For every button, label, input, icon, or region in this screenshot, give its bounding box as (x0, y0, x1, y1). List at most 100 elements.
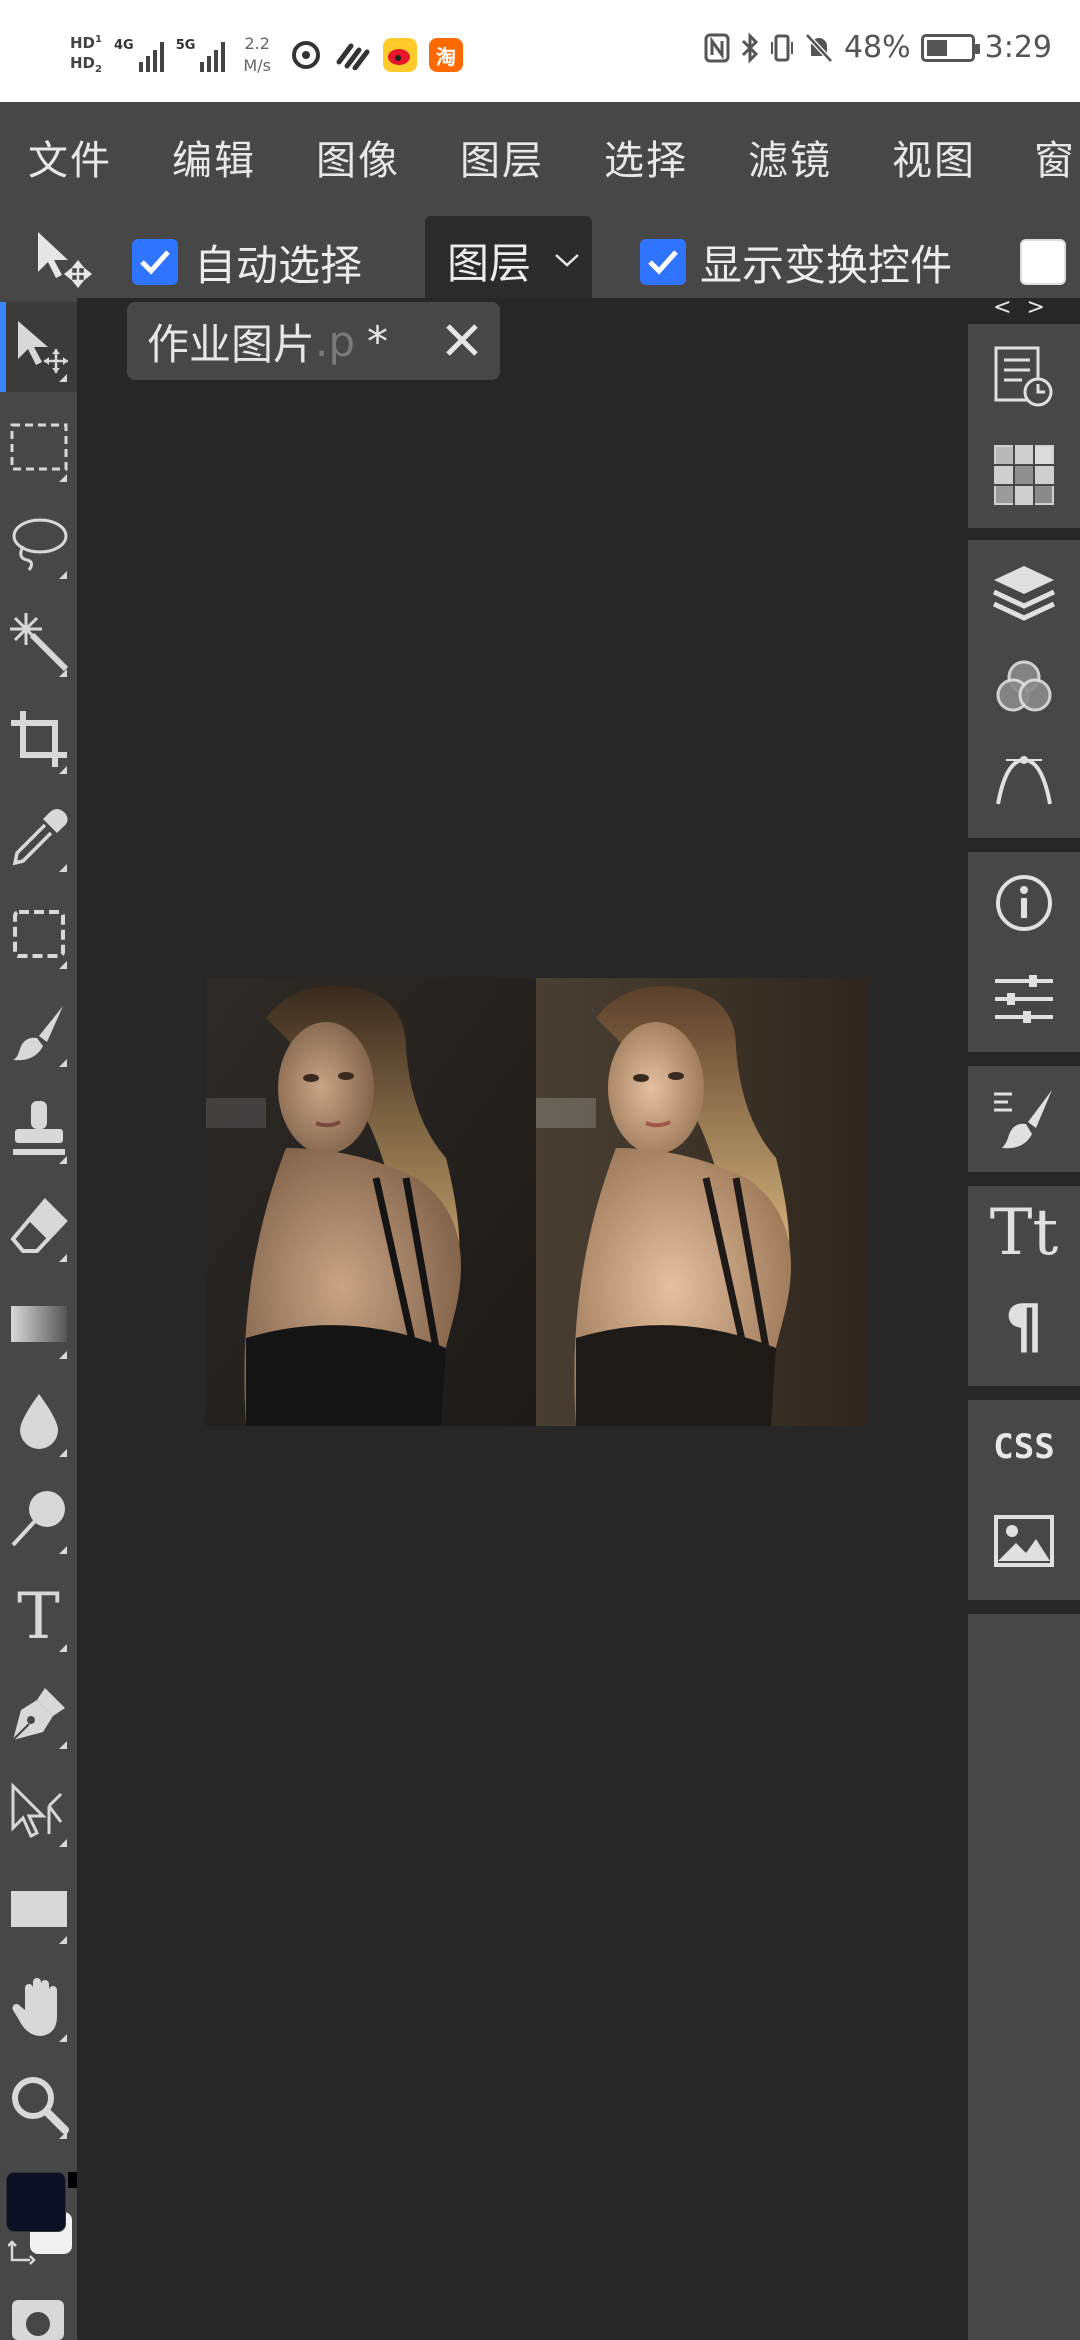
options-bar: 自动选择 图层 显示变换控件 (0, 210, 1080, 298)
css-panel-button[interactable]: CSS (968, 1402, 1080, 1492)
clone-stamp-tool[interactable] (0, 1084, 77, 1174)
channels-panel-button[interactable] (968, 642, 1080, 732)
reset-colors-icon[interactable] (68, 2170, 77, 2204)
menu-bar: 文件 编辑 图像 图层 选择 滤镜 视图 窗 (0, 102, 1080, 210)
swatches-panel-button[interactable] (968, 430, 1080, 520)
zoom-tool[interactable] (0, 2059, 77, 2149)
magic-wand-tool[interactable] (0, 597, 77, 687)
foreground-color-swatch[interactable] (6, 2172, 66, 2232)
image-icon (994, 1515, 1054, 1567)
dodge-tool[interactable] (0, 1474, 77, 1564)
stamp-icon (12, 1101, 65, 1155)
show-transform-label: 显示变换控件 (700, 241, 953, 290)
hd-indicator: HD1 HD2 (70, 34, 102, 75)
path-select-icon (11, 1782, 62, 1839)
auto-select-label: 自动选择 (194, 241, 363, 290)
marquee-tool[interactable] (0, 402, 77, 492)
brush-icon (12, 1006, 63, 1061)
crop-icon (10, 711, 67, 767)
blur-drop-icon (19, 1394, 58, 1449)
menu-filter[interactable]: 滤镜 (748, 128, 832, 186)
move-tool[interactable] (0, 302, 77, 392)
eraser-icon (9, 1198, 68, 1253)
eyedropper-tool[interactable] (0, 792, 77, 882)
image-panel-button[interactable] (968, 1496, 1080, 1586)
collapse-panels-toggle[interactable]: < > (962, 295, 1080, 323)
panel-group-empty (968, 1614, 1080, 2340)
menu-image[interactable]: 图像 (316, 128, 400, 186)
menu-view[interactable]: 视图 (892, 128, 976, 186)
canvas-area[interactable]: 作业图片 .p * (77, 298, 962, 2340)
hand-tool[interactable] (0, 1962, 77, 2052)
pen-icon (11, 1688, 65, 1741)
lasso-icon (12, 518, 67, 571)
auto-select-checkbox[interactable] (132, 239, 178, 285)
show-transform-checkbox[interactable] (640, 239, 686, 285)
gradient-tool[interactable] (0, 1279, 77, 1369)
menu-select[interactable]: 选择 (604, 128, 688, 186)
link-app-icon (336, 43, 370, 70)
modified-marker: * (367, 316, 389, 366)
signal-4g-icon: 4G (114, 38, 164, 72)
dodge-icon (11, 1491, 65, 1547)
pen-tool[interactable] (0, 1669, 77, 1759)
signal-5g-icon: 5G (176, 38, 226, 72)
color-swatches (0, 2168, 77, 2288)
move-tool-options-icon (38, 232, 93, 288)
adjustments-icon (995, 975, 1053, 1023)
frame-tool[interactable] (0, 889, 77, 979)
eraser-tool[interactable] (0, 1182, 77, 1272)
zoom-icon (11, 2077, 69, 2134)
network-speed: 2.2 M/s (243, 34, 271, 75)
info-panel-button[interactable] (968, 858, 1080, 948)
taobao-app-icon: 淘 (428, 38, 463, 72)
adjustments-panel-button[interactable] (968, 954, 1080, 1044)
layer-target-dropdown[interactable]: 图层 (425, 216, 592, 298)
menu-layer[interactable]: 图层 (460, 128, 544, 186)
crop-tool[interactable] (0, 694, 77, 784)
path-selection-tool[interactable] (0, 1767, 77, 1857)
type-tool[interactable]: T (0, 1572, 77, 1662)
paragraph-panel-button[interactable]: ¶ (968, 1282, 1080, 1372)
menu-file[interactable]: 文件 (28, 128, 112, 186)
nfc-icon (704, 33, 730, 62)
quick-mask-button[interactable] (12, 2300, 64, 2340)
move-tool-icon (17, 321, 68, 373)
eyedropper-icon (12, 809, 68, 866)
menu-edit[interactable]: 编辑 (172, 128, 256, 186)
css-icon: CSS (993, 1427, 1055, 1467)
layers-icon (992, 566, 1056, 621)
paths-icon (996, 756, 1052, 805)
brush-settings-icon (994, 1090, 1052, 1149)
vibrate-icon (770, 34, 793, 61)
lasso-tool[interactable] (0, 499, 77, 589)
rectangle-tool[interactable] (0, 1864, 77, 1954)
clock: 3:29 (984, 30, 1052, 65)
panel-group-history (968, 324, 1080, 528)
close-icon[interactable] (442, 318, 482, 362)
layers-panel-button[interactable] (968, 548, 1080, 638)
layer-dropdown-label: 图层 (447, 239, 532, 288)
paths-panel-button[interactable] (968, 736, 1080, 826)
weibo-app-icon (382, 38, 417, 72)
history-panel-button[interactable] (968, 332, 1080, 422)
document-tab[interactable]: 作业图片 .p * (127, 302, 500, 380)
panel-group-layers (968, 540, 1080, 838)
brush-settings-panel-button[interactable] (968, 1074, 1080, 1164)
bluetooth-icon (741, 31, 759, 64)
character-icon: Tt (989, 1196, 1059, 1270)
blur-tool[interactable] (0, 1377, 77, 1467)
panel-group-type: Tt ¶ (968, 1186, 1080, 1386)
brush-tool[interactable] (0, 987, 77, 1077)
character-panel-button[interactable]: Tt (968, 1188, 1080, 1278)
battery-percent: 48% (843, 30, 911, 65)
info-icon (996, 875, 1052, 931)
swap-colors-icon[interactable] (8, 2236, 38, 2266)
extra-option-checkbox[interactable] (1020, 239, 1066, 285)
menu-window[interactable]: 窗 (1034, 128, 1076, 186)
panel-group-export: CSS (968, 1400, 1080, 1600)
gradient-icon (10, 1306, 67, 1342)
document-image[interactable] (206, 978, 867, 1426)
tools-panel: T (0, 298, 77, 2340)
document-name: 作业图片 (147, 319, 316, 369)
